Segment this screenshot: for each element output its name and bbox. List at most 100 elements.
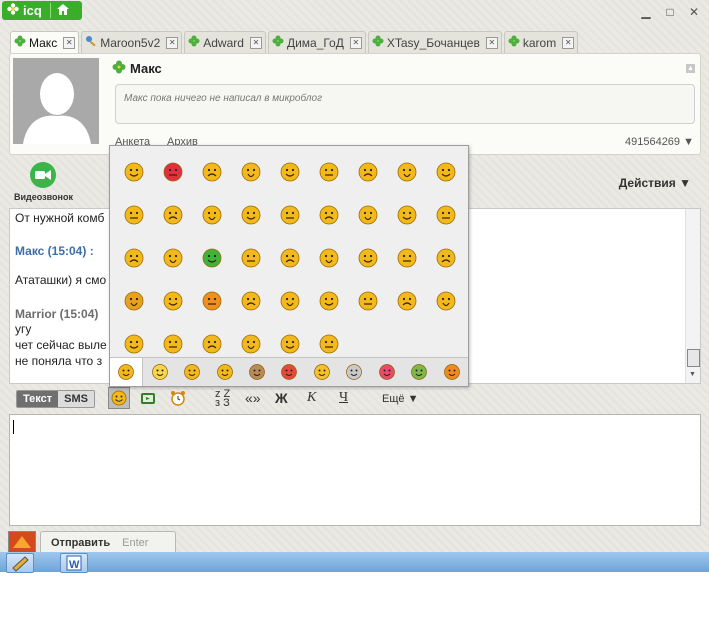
emoticon-icon[interactable] [153,193,192,236]
send-button[interactable]: Отправить Enter [40,531,176,553]
emoticon-icon[interactable] [153,236,192,279]
close-tab-icon[interactable]: ✕ [485,36,498,49]
scrollbar-thumb[interactable] [687,349,700,367]
emoticon-category-tab[interactable] [371,358,403,386]
clover-icon [372,35,384,50]
icq-logo[interactable]: icq [2,1,82,20]
emoticon-icon[interactable] [387,279,426,322]
video-call-button[interactable]: Видеозвонок [14,162,73,202]
emoticon-icon[interactable] [231,193,270,236]
emoticon-icon[interactable] [348,150,387,193]
tab-dima[interactable]: Дима_ГоД ✕ [267,31,366,53]
tab-maks[interactable]: Макс ✕ [10,31,80,53]
emoticon-icon[interactable] [426,279,465,322]
message-text: Ататашки) я смо [15,273,107,287]
maximize-button[interactable]: □ [663,5,677,19]
avatar[interactable] [13,58,99,144]
emoticon-icon[interactable] [192,193,231,236]
emoticon-icon[interactable] [426,193,465,236]
emoticon-icon[interactable] [387,150,426,193]
emoticon-icon[interactable] [270,279,309,322]
emoticon-category-tab[interactable] [208,358,240,386]
tab-adward[interactable]: Adward ✕ [184,31,266,53]
taskbar-app-button[interactable] [6,553,34,573]
emoticon-icon[interactable] [270,236,309,279]
sticker-button[interactable] [8,531,36,554]
close-tab-icon[interactable]: ✕ [349,36,362,49]
emoticon-icon[interactable] [270,150,309,193]
emoticon-icon[interactable] [309,193,348,236]
emoticon-icon[interactable] [348,193,387,236]
emoticon-category-tab[interactable] [241,358,273,386]
tab-xtasy[interactable]: XTasy_Бочанцев ✕ [367,31,502,53]
minimize-button[interactable]: ▁ [639,5,653,19]
emoticon-category-tab[interactable] [338,358,370,386]
message-text: чет сейчас выле [15,338,107,352]
underline-button[interactable]: Ч [339,390,348,406]
emoticon-icon[interactable] [114,193,153,236]
chat-scrollbar[interactable]: ▼ [685,209,700,383]
sms-mode-button[interactable]: SMS [58,391,94,407]
emoticon-icon[interactable] [114,236,153,279]
emoticon-icon[interactable] [426,236,465,279]
collapse-header-button[interactable]: ▲ [686,64,695,73]
tab-label: Макс [29,35,58,50]
actions-menu[interactable]: Действия ▼ [619,176,691,190]
emoticon-category-tab[interactable] [273,358,305,386]
emoticon-icon[interactable] [231,236,270,279]
alarm-button[interactable] [170,390,186,409]
translit-icon: z Zз З [215,388,231,409]
home-icon[interactable] [56,3,69,18]
emoticon-category-tab[interactable] [176,358,208,386]
close-tab-icon[interactable]: ✕ [63,36,76,49]
smiley-button[interactable] [108,387,130,409]
close-button[interactable]: ✕ [687,5,701,19]
clover-icon [508,35,520,50]
emoticon-icon[interactable] [153,150,192,193]
emoticon-icon[interactable] [309,279,348,322]
italic-button[interactable]: К [307,390,316,406]
emoticon-icon[interactable] [192,279,231,322]
message-input[interactable] [9,414,701,526]
more-menu[interactable]: Ещё ▼ [382,393,418,405]
emoticon-category-tab[interactable] [143,358,175,386]
emoticon-icon[interactable] [231,279,270,322]
scroll-down-icon[interactable]: ▼ [689,371,696,378]
contact-name: Макс [112,60,162,77]
emoticon-icon[interactable] [348,236,387,279]
tab-label: Дима_ГоД [286,35,344,50]
translit-button[interactable]: z Zз З [215,388,231,409]
emoticon-category-tab[interactable] [110,358,144,386]
uin-dropdown[interactable]: 491564269 ▼ [625,136,694,148]
microblog-field[interactable]: Макс пока ничего не написал в микроблог [115,84,695,124]
clover-icon [272,35,284,50]
tab-karom[interactable]: karom ✕ [503,31,579,53]
taskbar-word-button[interactable]: W [60,553,88,573]
emoticon-icon[interactable] [153,279,192,322]
emoticon-icon[interactable] [231,150,270,193]
emoticon-category-tab[interactable] [403,358,435,386]
emoticon-icon[interactable] [426,150,465,193]
close-tab-icon[interactable]: ✕ [166,36,179,49]
emoticon-icon[interactable] [387,193,426,236]
emoticon-icon[interactable] [309,236,348,279]
alarm-clock-icon [171,391,185,406]
emoticon-icon[interactable] [387,236,426,279]
emoticon-icon[interactable] [114,150,153,193]
emoticon-icon[interactable] [114,279,153,322]
tv-button[interactable] [140,390,156,409]
tab-maroon5v2[interactable]: Maroon5v2 ✕ [81,31,183,53]
close-tab-icon[interactable]: ✕ [562,36,575,49]
emoticon-category-tab[interactable] [306,358,338,386]
emoticon-icon[interactable] [192,150,231,193]
emoticon-icon[interactable] [270,193,309,236]
emoticon-icon[interactable] [309,150,348,193]
emoticon-icon[interactable] [348,279,387,322]
close-tab-icon[interactable]: ✕ [249,36,262,49]
quote-button[interactable]: «» [245,390,261,406]
text-mode-button[interactable]: Текст [17,391,59,407]
emoticon-category-tab[interactable] [436,358,468,386]
smiley-icon [111,390,127,406]
bold-button[interactable]: Ж [275,390,288,406]
emoticon-icon[interactable] [192,236,231,279]
